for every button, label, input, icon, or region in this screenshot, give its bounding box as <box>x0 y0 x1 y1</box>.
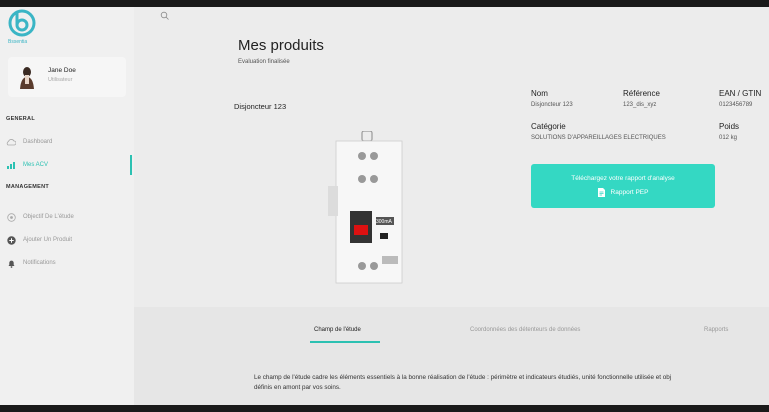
sidebar-item-label: Notifications <box>23 260 56 266</box>
main-content: Mes produits Evaluation finalisée Disjon… <box>134 7 769 405</box>
ean-label: EAN / GTIN <box>719 89 762 98</box>
download-label: Téléchargez votre rapport d'analyse <box>571 175 675 182</box>
sidebar-item-label: Ajouter Un Produit <box>23 237 73 243</box>
categorie-value: SOLUTIONS D'APPAREILLAGES ELECTRIQUES <box>531 135 666 141</box>
sidebar-item-dashboard[interactable]: Dashboard <box>6 132 134 152</box>
sidebar-item-label: Dashboard <box>23 139 53 145</box>
avatar <box>20 67 34 89</box>
sidebar-item-label: Objectif De L'étude <box>23 214 74 220</box>
tab-champ-etude[interactable]: Champ de l'étude <box>314 327 361 333</box>
poids-value: 012 kg <box>719 135 738 141</box>
target-icon <box>6 212 16 222</box>
tab-rapports[interactable]: Rapports <box>704 327 728 333</box>
download-report-button[interactable]: Téléchargez votre rapport d'analyse Rapp… <box>531 164 715 208</box>
product-image: 300mA <box>328 131 403 284</box>
description-line-2: définis en amont par vos soins. <box>254 384 341 391</box>
sidebar-item-objectif[interactable]: Objectif De L'étude <box>6 207 134 227</box>
chart-icon <box>6 160 16 170</box>
section-management: MANAGEMENT <box>6 184 50 190</box>
bell-icon <box>6 258 16 268</box>
sidebar-item-label: Mes ACV <box>23 162 49 168</box>
sidebar-item-mes-acv[interactable]: Mes ACV <box>6 155 134 175</box>
user-card[interactable]: Jane Doe Utilisateur <box>8 57 126 97</box>
logo-icon[interactable] <box>8 9 36 37</box>
active-indicator <box>130 155 132 175</box>
description-line-1: Le champ de l'étude cadre les éléments e… <box>254 374 672 381</box>
report-pep-label: Rapport PEP <box>610 189 649 196</box>
plus-circle-icon <box>6 235 16 245</box>
tabs-panel: Champ de l'étude Coordonnées des détente… <box>134 307 769 405</box>
poids-label: Poids <box>719 122 740 131</box>
app-window: Bssentia Jane Doe Utilisateur GENERAL Da… <box>0 7 769 405</box>
reference-value: 123_dis_xyz <box>623 102 657 108</box>
user-name: Jane Doe <box>48 67 76 74</box>
nom-label: Nom <box>531 89 548 98</box>
reference-label: Référence <box>623 89 660 98</box>
tab-coordonnees[interactable]: Coordonnées des détenteurs de données <box>470 327 580 333</box>
user-role: Utilisateur <box>48 77 73 83</box>
ean-value: 0123456789 <box>719 102 753 108</box>
active-tab-underline <box>310 341 380 343</box>
logo-text: Bssentia <box>8 39 28 45</box>
tab-description: Le champ de l'étude cadre les éléments e… <box>254 373 769 393</box>
sidebar-item-ajouter-produit[interactable]: Ajouter Un Produit <box>6 230 134 250</box>
document-icon <box>597 188 605 197</box>
sidebar: Bssentia Jane Doe Utilisateur GENERAL Da… <box>0 7 134 405</box>
svg-text:300mA: 300mA <box>376 219 393 225</box>
sidebar-item-notifications[interactable]: Notifications <box>6 253 134 273</box>
cloud-icon <box>6 137 16 147</box>
product-name: Disjoncteur 123 <box>234 102 287 111</box>
page-subtitle: Evaluation finalisée <box>238 59 290 65</box>
section-general: GENERAL <box>6 116 35 122</box>
page-title: Mes produits <box>238 37 324 54</box>
nom-value: Disjoncteur 123 <box>531 102 573 108</box>
categorie-label: Catégorie <box>531 122 566 131</box>
